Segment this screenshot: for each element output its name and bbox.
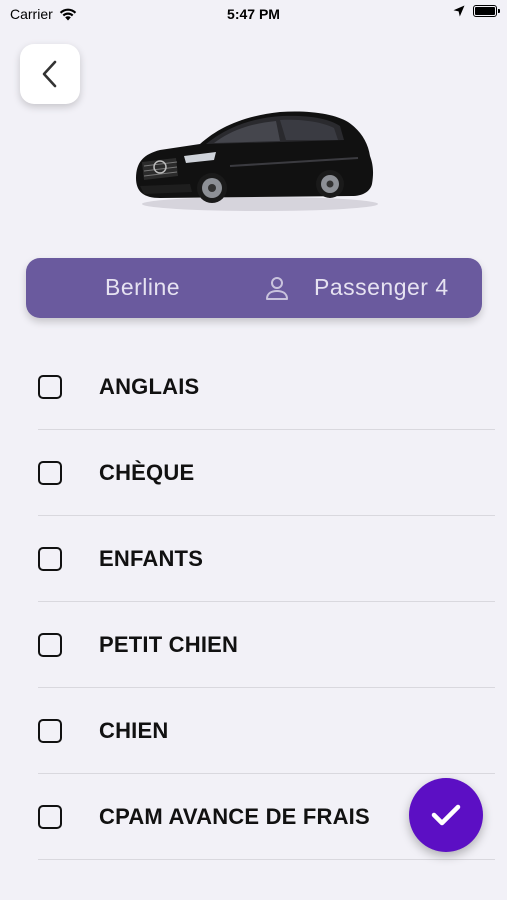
status-bar: Carrier 5:47 PM (0, 0, 507, 28)
checkbox[interactable] (38, 719, 62, 743)
checkbox[interactable] (38, 375, 62, 399)
vehicle-type-label: Berline (105, 274, 181, 300)
option-label: PETIT CHIEN (99, 632, 239, 657)
location-arrow-icon (453, 5, 465, 17)
back-button[interactable] (20, 44, 80, 104)
option-row[interactable]: ENFANTS (0, 516, 507, 602)
checkbox[interactable] (38, 547, 62, 571)
option-label: ANGLAIS (99, 374, 200, 399)
status-right (453, 5, 500, 17)
option-row[interactable]: ANGLAIS (0, 344, 507, 430)
option-label: ENFANTS (99, 546, 204, 571)
option-row[interactable]: CHÈQUE (0, 430, 507, 516)
clock: 5:47 PM (227, 6, 280, 22)
checkbox[interactable] (38, 633, 62, 657)
option-label: CPAM AVANCE DE FRAIS (99, 804, 370, 829)
car-image (136, 111, 378, 211)
option-row[interactable]: PETIT CHIEN (0, 602, 507, 688)
passenger-label: Passenger 4 (314, 274, 449, 300)
option-row[interactable]: CHIEN (0, 688, 507, 774)
person-icon (266, 277, 288, 300)
checkbox[interactable] (38, 461, 62, 485)
option-label: CHÈQUE (99, 460, 195, 485)
battery-icon (473, 5, 500, 17)
confirm-button[interactable] (409, 778, 483, 852)
vehicle-banner: Berline Passenger 4 (26, 258, 482, 318)
chevron-left-icon (42, 60, 57, 88)
option-label: CHIEN (99, 718, 169, 743)
checkmark-icon (431, 804, 461, 826)
battery-fill (475, 7, 495, 15)
checkbox[interactable] (38, 805, 62, 829)
